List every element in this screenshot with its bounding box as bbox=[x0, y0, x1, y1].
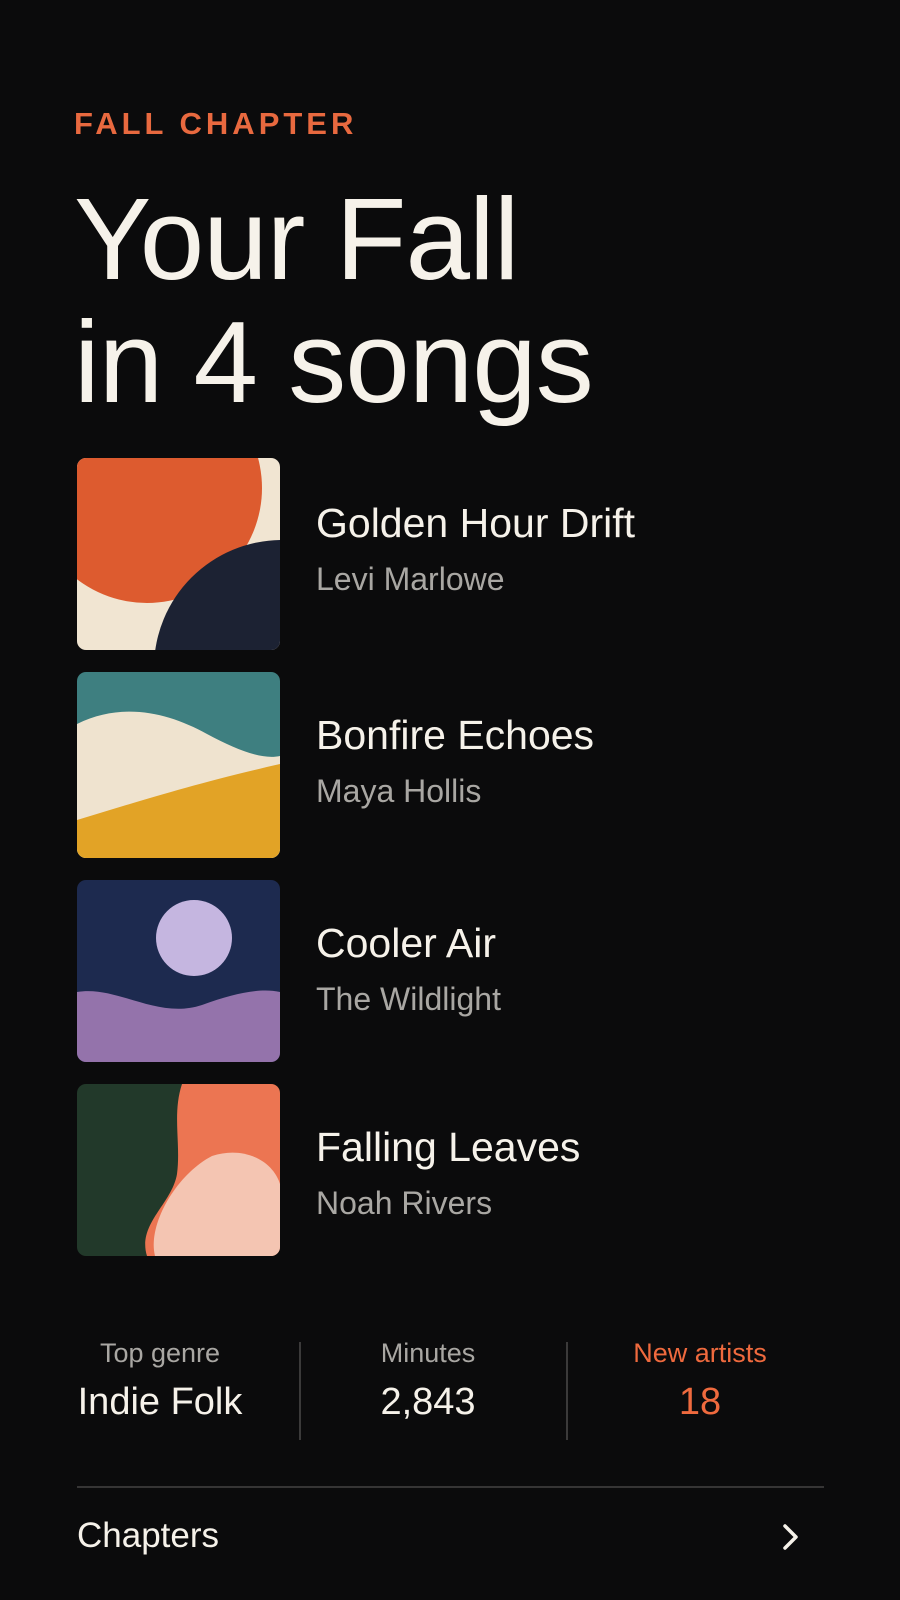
story-screen: FALL CHAPTER Your Fall in 4 songs Golden… bbox=[0, 0, 900, 1600]
track-item-3[interactable]: Cooler Air The Wildlight bbox=[77, 880, 837, 1062]
hero-title-line-2: in 4 songs bbox=[74, 297, 594, 427]
track-artist: Levi Marlowe bbox=[316, 561, 505, 597]
chapters-nav-row[interactable]: Chapters bbox=[77, 1508, 824, 1572]
section-divider bbox=[77, 1486, 824, 1488]
stat-label: Top genre bbox=[99, 1338, 221, 1368]
stats-row: Top genre Indie Folk Minutes 2,843 New a… bbox=[77, 1338, 824, 1440]
track-item-2[interactable]: Bonfire Echoes Maya Hollis bbox=[77, 672, 837, 858]
track-title: Falling Leaves bbox=[316, 1124, 581, 1170]
stat-minutes: Minutes 2,843 bbox=[345, 1338, 511, 1440]
stat-label: New artists bbox=[633, 1338, 767, 1368]
chapter-eyebrow: FALL CHAPTER bbox=[74, 106, 358, 141]
stat-label: Minutes bbox=[380, 1338, 476, 1368]
track-artist: The Wildlight bbox=[316, 981, 501, 1017]
stat-top-genre: Top genre Indie Folk bbox=[77, 1338, 243, 1440]
track-title: Bonfire Echoes bbox=[316, 712, 595, 758]
stat-value: Indie Folk bbox=[77, 1381, 243, 1423]
chevron-right-icon[interactable] bbox=[780, 1522, 802, 1552]
album-art-falling-leaves bbox=[77, 1084, 280, 1256]
track-title: Golden Hour Drift bbox=[316, 500, 636, 546]
track-title: Cooler Air bbox=[316, 920, 497, 966]
album-art-cooler-air bbox=[77, 880, 280, 1062]
stat-value: 18 bbox=[678, 1381, 722, 1423]
track-item-4[interactable]: Falling Leaves Noah Rivers bbox=[77, 1084, 837, 1256]
chapters-label: Chapters bbox=[77, 1516, 220, 1555]
album-art-bonfire-echoes bbox=[77, 672, 280, 858]
stat-divider bbox=[566, 1342, 568, 1440]
stat-value: 2,843 bbox=[380, 1381, 476, 1423]
stat-divider bbox=[299, 1342, 301, 1440]
album-art-golden-hour-drift bbox=[77, 458, 280, 650]
track-item-1[interactable]: Golden Hour Drift Levi Marlowe bbox=[77, 458, 837, 650]
stat-new-artists: New artists 18 bbox=[605, 1338, 795, 1440]
hero-title-line-1: Your Fall bbox=[74, 174, 520, 304]
track-artist: Maya Hollis bbox=[316, 773, 482, 809]
hero-title: Your Fall in 4 songs bbox=[74, 178, 834, 424]
track-artist: Noah Rivers bbox=[316, 1185, 493, 1221]
